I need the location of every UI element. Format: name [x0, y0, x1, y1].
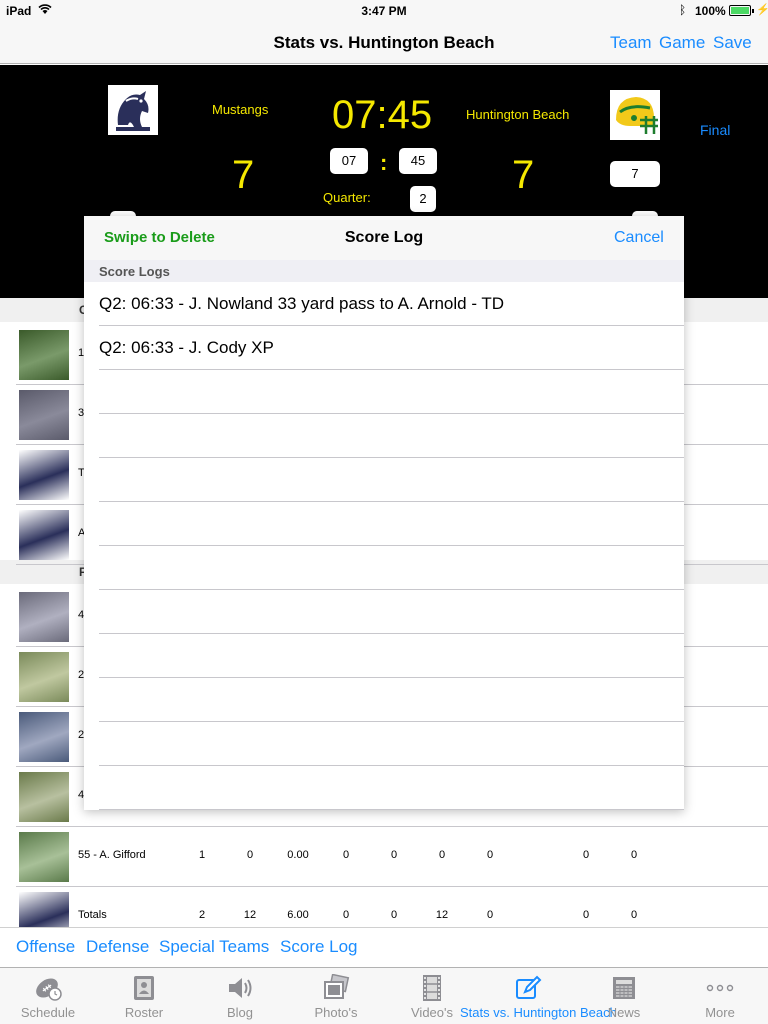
edit-icon: [516, 975, 542, 999]
offense-link[interactable]: Offense: [16, 937, 75, 957]
stat-cell: 2: [198, 909, 206, 921]
stat-cell: 0: [486, 849, 494, 861]
stat-cell: 6.00: [287, 909, 309, 921]
table-row[interactable]: 55 - A. Gifford 1 0 0.00 0 0 0 0 0 0: [16, 827, 768, 887]
defense-link[interactable]: Defense: [86, 937, 149, 957]
battery-icon: [729, 5, 754, 16]
stat-cell: 1: [198, 849, 206, 861]
speaker-icon: [229, 978, 252, 998]
stat-cell: 0: [390, 909, 398, 921]
popover-header: Swipe to Delete Score Log Cancel: [84, 216, 684, 260]
empty-log-row: [84, 458, 684, 502]
page-title: Stats vs. Huntington Beach: [273, 33, 495, 52]
stat-cell: 0: [342, 909, 350, 921]
tab-bar: Schedule Roster Blog Photo's Video's Sta…: [0, 967, 768, 1024]
tab-label: More: [705, 1005, 735, 1020]
player-name: 55 - A. Gifford: [78, 849, 146, 861]
away-score-field[interactable]: 7: [610, 161, 660, 187]
tab-more[interactable]: More: [672, 968, 768, 1024]
score-log-entry[interactable]: Q2: 06:33 - J. Nowland 33 yard pass to A…: [84, 282, 684, 326]
status-bar: iPad 3:47 PM ᛒ 100% ⚡: [0, 0, 768, 22]
bluetooth-icon: ᛒ: [679, 3, 687, 17]
game-button[interactable]: Game: [659, 33, 705, 53]
more-dots-icon: [706, 984, 734, 992]
score-logs-section-header: Score Logs: [84, 260, 684, 282]
empty-log-row: [84, 678, 684, 722]
player-photo: [19, 652, 69, 702]
popover-title: Score Log: [344, 229, 424, 246]
film-icon: [423, 975, 441, 1001]
player-photo: [19, 450, 69, 500]
row-separator: [99, 809, 684, 810]
empty-log-row: [84, 722, 684, 766]
stat-category-links: Offense Defense Special Teams Score Log: [0, 927, 768, 966]
player-photo: [19, 510, 69, 560]
empty-log-row: [84, 546, 684, 590]
battery-percent: 100%: [695, 4, 726, 18]
player-photo: [19, 712, 69, 762]
home-team-name: Mustangs: [212, 102, 269, 117]
player-photo: [19, 390, 69, 440]
stat-cell: 0: [582, 909, 590, 921]
empty-log-row: [84, 634, 684, 678]
empty-log-row: [84, 414, 684, 458]
navigation-bar: Stats vs. Huntington Beach Team Game Sav…: [0, 22, 768, 64]
minutes-field[interactable]: 07: [330, 148, 368, 174]
home-score: 7: [232, 153, 255, 197]
empty-log-row: [84, 370, 684, 414]
player-name: Totals: [78, 909, 107, 921]
stat-cell: 0: [342, 849, 350, 861]
empty-log-row: [84, 502, 684, 546]
stat-cell: 0: [390, 849, 398, 861]
roster-book-icon: [134, 976, 154, 1000]
stat-cell: 12: [435, 909, 449, 921]
final-button[interactable]: Final: [700, 122, 730, 138]
stat-cell: 0: [486, 909, 494, 921]
empty-log-row: [84, 766, 684, 810]
player-photo: [19, 592, 69, 642]
player-photo: [19, 772, 69, 822]
charging-icon: ⚡: [756, 4, 768, 16]
game-clock: 07:45: [332, 93, 433, 137]
stat-cell: 0: [630, 849, 638, 861]
stat-cell: 0: [582, 849, 590, 861]
score-log-link[interactable]: Score Log: [280, 937, 358, 957]
quarter-field[interactable]: 2: [410, 186, 436, 212]
stat-cell: 0.00: [287, 849, 309, 861]
stat-cell: 0: [438, 849, 446, 861]
special-teams-link[interactable]: Special Teams: [159, 937, 269, 957]
quarter-label: Quarter:: [323, 190, 371, 205]
stat-cell: 0: [246, 849, 254, 861]
photos-icon: [324, 974, 350, 999]
score-log-entry[interactable]: Q2: 06:33 - J. Cody XP: [84, 326, 684, 370]
section-header-text: Score Logs: [99, 264, 170, 279]
home-team-logo: [108, 85, 158, 135]
seconds-field[interactable]: 45: [399, 148, 437, 174]
cancel-button[interactable]: Cancel: [614, 229, 664, 247]
status-time: 3:47 PM: [361, 4, 407, 18]
score-log-popover: Swipe to Delete Score Log Cancel Score L…: [84, 216, 684, 810]
stat-cell: 12: [243, 909, 257, 921]
stat-cell: 0: [630, 909, 638, 921]
newspaper-icon: [613, 977, 635, 999]
away-team-name: Huntington Beach: [466, 107, 570, 122]
player-photo: [19, 832, 69, 882]
empty-log-row: [84, 590, 684, 634]
save-button[interactable]: Save: [713, 33, 752, 53]
away-score: 7: [512, 153, 535, 197]
player-photo: [19, 330, 69, 380]
football-clock-icon: [36, 978, 62, 1001]
score-log-text: Q2: 06:33 - J. Cody XP: [99, 338, 274, 357]
away-team-logo: [610, 90, 660, 140]
score-log-text: Q2: 06:33 - J. Nowland 33 yard pass to A…: [99, 294, 505, 313]
team-button[interactable]: Team: [610, 33, 652, 53]
clock-colon: :: [380, 150, 388, 175]
